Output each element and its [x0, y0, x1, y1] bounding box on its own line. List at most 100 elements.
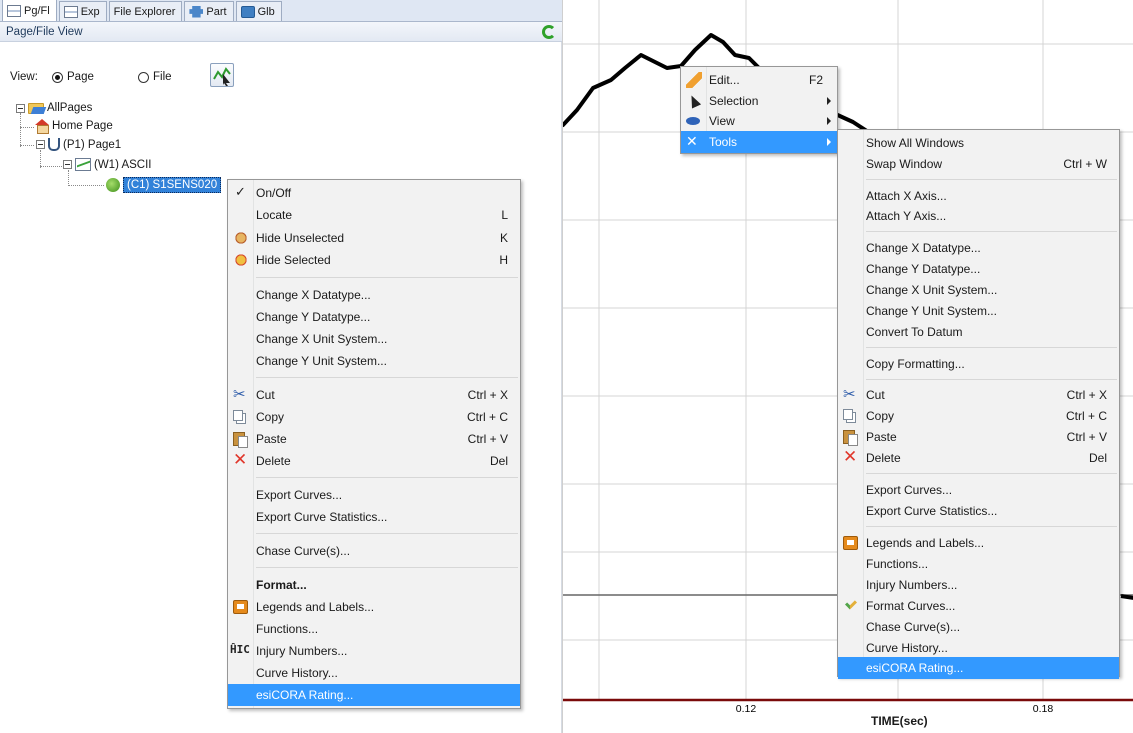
x-tick-label: 0.18 — [1033, 703, 1054, 715]
plot-select-button[interactable] — [210, 63, 234, 87]
menu-item-copy[interactable]: Copy Ctrl + C — [838, 405, 1119, 427]
menu-item-esicora-rating[interactable]: esiCORA Rating... — [228, 684, 520, 706]
menu-item-copy-formatting[interactable]: Copy Formatting... — [838, 353, 1119, 375]
menu-item-delete[interactable]: ✕ Delete Del — [228, 450, 520, 472]
copy-icon — [843, 409, 853, 420]
tools-icon: ✕ — [686, 133, 698, 149]
panel-tab-strip: Pg/Fl Exp File Explorer Part Glb — [0, 0, 562, 22]
tree-view-icon — [63, 5, 78, 18]
refresh-icon[interactable] — [542, 25, 556, 39]
menu-item-export-curves[interactable]: Export Curves... — [228, 484, 520, 506]
menu-item-hide-unselected[interactable]: Hide Unselected K — [228, 227, 520, 249]
collapse-icon[interactable] — [36, 140, 45, 149]
menu-item-show-all-windows[interactable]: Show All Windows — [838, 132, 1119, 154]
menu-item-change-y-unit-system[interactable]: Change Y Unit System... — [838, 300, 1119, 322]
menu-item-paste[interactable]: Paste Ctrl + V — [228, 428, 520, 450]
menu-item-injury-numbers[interactable]: Injury Numbers... — [838, 574, 1119, 596]
home-icon — [35, 119, 49, 134]
menu-item-chase-curves[interactable]: Chase Curve(s)... — [228, 540, 520, 562]
menu-item-delete[interactable]: ✕ Delete Del — [838, 447, 1119, 469]
submenu-arrow-icon — [827, 97, 831, 105]
menu-item-attach-y-axis[interactable]: Attach Y Axis... — [838, 205, 1119, 227]
menu-item-copy[interactable]: Copy Ctrl + C — [228, 406, 520, 428]
menu-item-view[interactable]: View — [681, 110, 837, 132]
menu-separator — [866, 231, 1117, 232]
tools-submenu: Show All Windows Swap Window Ctrl + W Att… — [837, 129, 1120, 679]
curve-context-menu: ✓ On/Off Locate L Hide Unselected K Hide Se… — [227, 179, 521, 709]
collapse-icon[interactable] — [63, 160, 72, 169]
menu-item-swap-window[interactable]: Swap Window Ctrl + W — [838, 153, 1119, 175]
tab-exp[interactable]: Exp — [58, 1, 107, 21]
menu-item-attach-x-axis[interactable]: Attach X Axis... — [838, 185, 1119, 207]
menu-item-legends-and-labels[interactable]: Legends and Labels... — [838, 532, 1119, 554]
menu-item-change-y-unit-system[interactable]: Change Y Unit System... — [228, 350, 520, 372]
tree-node-home-page[interactable]: Home Page — [35, 119, 113, 134]
delete-icon: ✕ — [233, 450, 248, 469]
menu-item-hide-selected[interactable]: Hide Selected H — [228, 249, 520, 271]
pointer-icon — [686, 93, 702, 109]
menu-item-locate[interactable]: Locate L — [228, 204, 520, 226]
menu-item-functions[interactable]: Functions... — [228, 618, 520, 640]
injury-icon: ĤIC — [230, 643, 250, 656]
scissors-icon: ✂ — [843, 386, 856, 403]
menu-item-change-y-datatype[interactable]: Change Y Datatype... — [838, 258, 1119, 280]
plot-window-icon — [75, 158, 91, 171]
view-page-radio[interactable]: Page — [52, 71, 94, 83]
tab-pg-fl[interactable]: Pg/Fl — [2, 0, 57, 21]
menu-item-cut[interactable]: ✂ Cut Ctrl + X — [838, 384, 1119, 406]
radio-unselected-icon — [138, 71, 149, 83]
menu-item-curve-history[interactable]: Curve History... — [228, 662, 520, 684]
legends-icon — [843, 536, 858, 550]
menu-item-legends-and-labels[interactable]: Legends and Labels... — [228, 596, 520, 618]
tree-node-page1[interactable]: (P1) Page1 — [36, 138, 121, 151]
collapse-icon[interactable] — [16, 103, 25, 113]
menu-item-convert-to-datum[interactable]: Convert To Datum — [838, 321, 1119, 343]
menu-item-change-x-datatype[interactable]: Change X Datatype... — [228, 284, 520, 306]
menu-separator — [256, 277, 518, 278]
panel-header: Page/File View — [0, 22, 562, 42]
menu-item-injury-numbers[interactable]: ĤIC Injury Numbers... — [228, 640, 520, 662]
tree-node-window-ascii[interactable]: (W1) ASCII — [63, 158, 152, 171]
menu-item-export-curve-statistics[interactable]: Export Curve Statistics... — [838, 500, 1119, 522]
eye-icon — [686, 117, 700, 125]
x-axis-label: TIME(sec) — [871, 714, 928, 728]
hide-unselected-icon — [233, 230, 249, 246]
menu-item-change-y-datatype[interactable]: Change Y Datatype... — [228, 306, 520, 328]
tab-glb[interactable]: Glb — [235, 1, 282, 21]
menu-item-change-x-unit-system[interactable]: Change X Unit System... — [228, 328, 520, 350]
tree-node-allpages[interactable]: AllPages — [16, 102, 92, 114]
copy-icon — [233, 410, 243, 421]
menu-separator — [866, 526, 1117, 527]
menu-item-format-curves[interactable]: Format Curves... — [838, 595, 1119, 617]
menu-separator — [866, 379, 1117, 380]
menu-separator — [866, 347, 1117, 348]
menu-item-selection[interactable]: Selection — [681, 90, 837, 112]
menu-separator — [256, 567, 518, 568]
checkmark-icon: ✓ — [235, 184, 246, 199]
tab-file-explorer[interactable]: File Explorer — [108, 1, 183, 21]
menu-item-functions[interactable]: Functions... — [838, 553, 1119, 575]
view-mode-row: View: Page File — [0, 62, 562, 92]
menu-item-export-curves[interactable]: Export Curves... — [838, 479, 1119, 501]
menu-item-on-off[interactable]: ✓ On/Off — [228, 182, 520, 204]
menu-item-paste[interactable]: Paste Ctrl + V — [838, 426, 1119, 448]
tree-node-curve[interactable]: (C1) S1SENS020 — [106, 177, 222, 193]
menu-item-format[interactable]: Format... — [228, 574, 520, 596]
view-file-radio[interactable]: File — [138, 71, 172, 83]
menu-item-chase-curves[interactable]: Chase Curve(s)... — [838, 616, 1119, 638]
folder-icon — [28, 102, 44, 114]
pencil-icon — [686, 72, 702, 88]
menu-item-curve-history[interactable]: Curve History... — [838, 637, 1119, 659]
menu-separator — [256, 477, 518, 478]
menu-item-cut[interactable]: ✂ Cut Ctrl + X — [228, 384, 520, 406]
menu-item-export-curve-statistics[interactable]: Export Curve Statistics... — [228, 506, 520, 528]
menu-item-tools[interactable]: ✕ Tools — [681, 131, 837, 153]
tab-part[interactable]: Part — [184, 1, 234, 21]
menu-item-esicora-rating[interactable]: esiCORA Rating... — [838, 657, 1119, 679]
format-curves-icon — [844, 597, 858, 610]
menu-item-edit[interactable]: Edit... F2 — [681, 69, 837, 91]
submenu-arrow-icon — [827, 138, 831, 146]
menu-item-change-x-datatype[interactable]: Change X Datatype... — [838, 237, 1119, 259]
menu-item-change-x-unit-system[interactable]: Change X Unit System... — [838, 279, 1119, 301]
paste-icon — [233, 432, 248, 448]
